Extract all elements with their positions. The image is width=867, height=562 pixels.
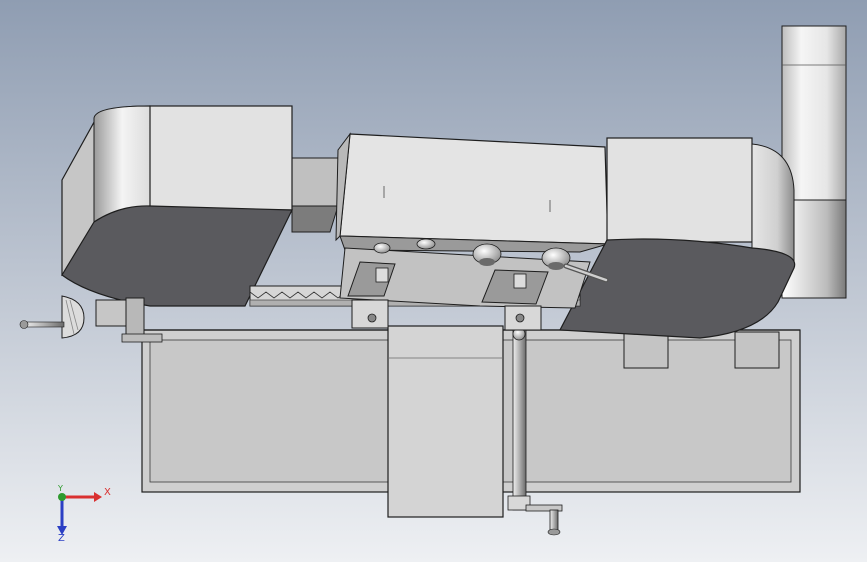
z-axis-label: Z (58, 533, 65, 544)
upper-arm-beam (291, 157, 341, 233)
x-axis-label: X (104, 487, 111, 498)
saw-frame-cover[interactable] (335, 132, 609, 253)
central-column[interactable] (387, 325, 504, 518)
y-axis-dot (58, 493, 66, 501)
y-axis-label: Y (58, 484, 63, 493)
cad-model-view[interactable] (0, 0, 867, 562)
left-wheel-cover[interactable] (61, 105, 293, 307)
cad-viewport[interactable]: X Y Z (0, 0, 867, 562)
bolt-2 (416, 238, 436, 250)
bolt-1 (373, 242, 391, 254)
